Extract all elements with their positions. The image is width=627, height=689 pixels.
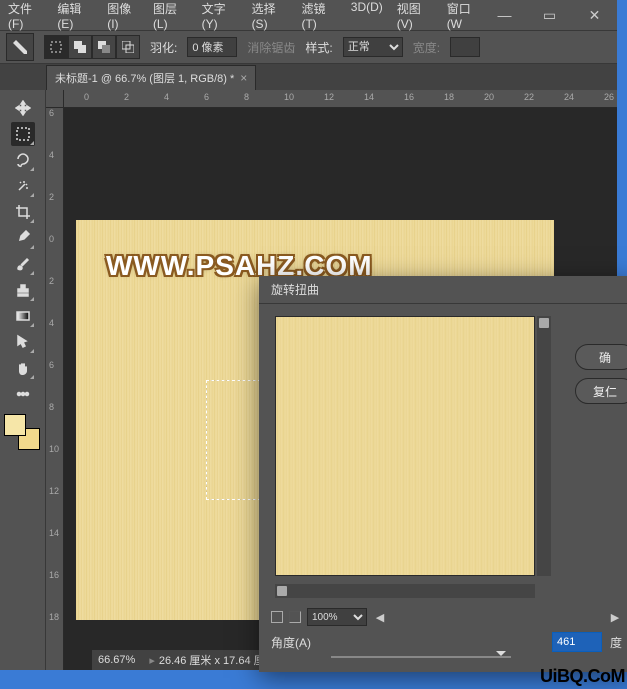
width-label: 宽度: (413, 39, 440, 56)
ok-button[interactable]: 确 (575, 344, 627, 370)
ruler-tick: 0 (84, 92, 89, 102)
filter-preview[interactable] (275, 316, 535, 576)
selection-add-icon[interactable] (68, 35, 92, 59)
stamp-tool-icon[interactable] (11, 278, 35, 302)
marquee-selection[interactable] (206, 380, 261, 500)
menu-image[interactable]: 图像(I) (107, 0, 139, 31)
preview-zoom-select[interactable]: 100% (307, 608, 367, 626)
menu-layer[interactable]: 图层(L) (153, 0, 188, 31)
angle-label: 角度(A) (271, 634, 311, 651)
ruler-tick: 2 (49, 276, 54, 286)
feather-input[interactable] (187, 37, 237, 57)
zoom-in-icon[interactable]: ▶ (608, 610, 622, 624)
menu-file[interactable]: 文件(F) (8, 0, 43, 31)
twirl-dialog: 旋转扭曲 100% ◀ ▶ 角度(A) 度 确 复仁 (259, 276, 627, 672)
ruler-tick: 20 (484, 92, 494, 102)
menu-3d[interactable]: 3D(D) (351, 0, 383, 31)
path-select-icon[interactable] (11, 330, 35, 354)
preview-scroll-h[interactable] (275, 584, 535, 598)
site-watermark: UiBQ.CoM (540, 666, 625, 687)
hand-tool-icon[interactable] (11, 356, 35, 380)
style-label: 样式: (305, 39, 332, 56)
color-swatches[interactable] (4, 414, 40, 450)
ruler-tick: 4 (49, 150, 54, 160)
menubar: 文件(F) 编辑(E) 图像(I) 图层(L) 文字(Y) 选择(S) 滤镜(T… (0, 0, 617, 30)
document-tab-title: 未标题-1 @ 66.7% (图层 1, RGB/8) * (55, 70, 234, 86)
ruler-tick: 26 (604, 92, 614, 102)
menu-window[interactable]: 窗口(W (447, 0, 482, 31)
preview-scroll-v[interactable] (537, 316, 551, 576)
maximize-button[interactable]: ▭ (527, 0, 572, 30)
ruler-tick: 16 (49, 570, 59, 580)
ruler-tick: 2 (124, 92, 129, 102)
angle-slider[interactable] (331, 656, 511, 658)
ruler-tick: 6 (49, 108, 54, 118)
slider-thumb-icon[interactable] (496, 651, 506, 661)
brush-tool-icon[interactable] (11, 252, 35, 276)
foreground-color-swatch[interactable] (4, 414, 26, 436)
gradient-tool-icon[interactable] (11, 304, 35, 328)
window-controls: — ▭ ✕ (482, 0, 617, 30)
more-tools-icon[interactable] (11, 382, 35, 406)
selection-subtract-icon[interactable] (92, 35, 116, 59)
horizontal-ruler[interactable]: 02468101214161820222426 (64, 90, 617, 108)
menu-items: 文件(F) 编辑(E) 图像(I) 图层(L) 文字(Y) 选择(S) 滤镜(T… (0, 0, 482, 31)
fit-canvas-icon[interactable] (289, 611, 301, 623)
selection-mode (44, 35, 140, 59)
ruler-tick: 12 (324, 92, 334, 102)
wand-tool-icon[interactable] (11, 174, 35, 198)
ruler-tick: 8 (244, 92, 249, 102)
status-zoom[interactable]: 66.67% (98, 654, 135, 666)
ruler-tick: 18 (49, 612, 59, 622)
close-tab-icon[interactable]: × (240, 71, 247, 85)
ruler-corner (46, 90, 64, 108)
selection-intersect-icon[interactable] (116, 35, 140, 59)
ruler-tick: 22 (524, 92, 534, 102)
menu-edit[interactable]: 编辑(E) (57, 0, 93, 31)
cancel-button[interactable]: 复仁 (575, 378, 627, 404)
ruler-tick: 0 (49, 234, 54, 244)
move-tool-icon[interactable] (11, 96, 35, 120)
current-tool-icon[interactable] (6, 33, 34, 61)
eyedropper-tool-icon[interactable] (11, 226, 35, 250)
ruler-tick: 6 (204, 92, 209, 102)
marquee-tool-icon[interactable] (11, 122, 35, 146)
style-select[interactable]: 正常 (343, 37, 403, 57)
antialias-label: 消除锯齿 (247, 39, 295, 56)
crop-tool-icon[interactable] (11, 200, 35, 224)
ruler-tick: 14 (49, 528, 59, 538)
ruler-tick: 10 (284, 92, 294, 102)
width-input[interactable] (450, 37, 480, 57)
ruler-tick: 6 (49, 360, 54, 370)
ruler-tick: 10 (49, 444, 59, 454)
ruler-tick: 8 (49, 402, 54, 412)
angle-input[interactable] (552, 632, 602, 652)
tools-panel (0, 90, 46, 670)
close-button[interactable]: ✕ (572, 0, 617, 30)
ruler-tick: 12 (49, 486, 59, 496)
dialog-title[interactable]: 旋转扭曲 (259, 276, 627, 304)
ruler-tick: 4 (49, 318, 54, 328)
menu-type[interactable]: 文字(Y) (202, 0, 238, 31)
ruler-tick: 16 (404, 92, 414, 102)
minimize-button[interactable]: — (482, 0, 527, 30)
selection-new-icon[interactable] (44, 35, 68, 59)
menu-filter[interactable]: 滤镜(T) (301, 0, 336, 31)
ruler-tick: 2 (49, 192, 54, 202)
vertical-ruler[interactable]: 6 4 2 0 2 4 6 8 10 12 14 16 18 (46, 108, 64, 670)
document-tab[interactable]: 未标题-1 @ 66.7% (图层 1, RGB/8) * × (46, 65, 256, 90)
degree-label: 度 (610, 634, 622, 651)
document-tabs: 未标题-1 @ 66.7% (图层 1, RGB/8) * × (0, 64, 617, 90)
ruler-tick: 18 (444, 92, 454, 102)
zoom-out-icon[interactable]: ◀ (373, 610, 387, 624)
feather-label: 羽化: (150, 39, 177, 56)
ruler-tick: 4 (164, 92, 169, 102)
menu-view[interactable]: 视图(V) (397, 0, 433, 31)
fit-window-icon[interactable] (271, 611, 283, 623)
ruler-tick: 14 (364, 92, 374, 102)
ruler-tick: 24 (564, 92, 574, 102)
lasso-tool-icon[interactable] (11, 148, 35, 172)
options-bar: 羽化: 消除锯齿 样式: 正常 宽度: (0, 30, 617, 64)
menu-select[interactable]: 选择(S) (252, 0, 288, 31)
